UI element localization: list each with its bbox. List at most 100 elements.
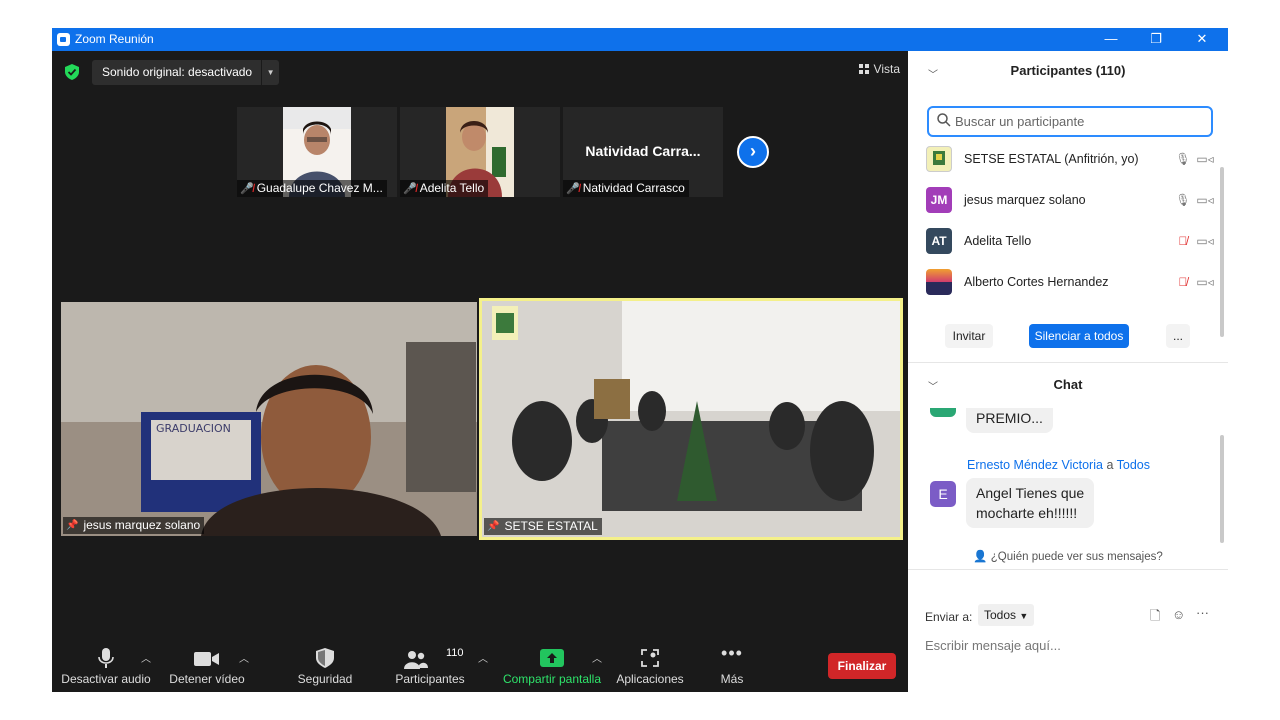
stop-video-button[interactable]: Detener vídeo xyxy=(166,642,248,692)
participants-scrollbar[interactable] xyxy=(1220,167,1224,337)
original-sound-label: Sonido original: desactivado xyxy=(102,65,253,79)
microphone-icon[interactable]: 🎙 xyxy=(1172,152,1194,166)
chevron-down-icon[interactable]: ▼ xyxy=(261,60,279,85)
recipient-dropdown[interactable]: Todos ▼ xyxy=(978,604,1035,626)
avatar: AT xyxy=(926,227,952,254)
participant-row[interactable]: SETSE ESTATAL (Anfitrión, yo) 🎙 ▭◃ xyxy=(926,138,1216,179)
video-camera-icon xyxy=(194,652,219,666)
chat-message-input[interactable]: Escribir mensaje aquí... xyxy=(925,638,1061,653)
chat-message-text: Angel Tienes que xyxy=(976,485,1085,501)
participant-name-tag: 🎤̸ Natividad Carrasco xyxy=(563,180,689,197)
thumbnail-tile[interactable]: 🎤̸ Adelita Tello xyxy=(400,107,560,197)
window-title: Zoom Reunión xyxy=(75,32,154,46)
chat-to-word: a xyxy=(1106,458,1114,472)
user-lock-icon: 👤 xyxy=(973,551,988,563)
chat-sender[interactable]: Ernesto Méndez Victoria xyxy=(967,458,1103,472)
send-to-label: Enviar a: xyxy=(925,610,973,624)
mute-all-button[interactable]: Silenciar a todos xyxy=(1029,324,1129,348)
stop-video-label: Detener vídeo xyxy=(169,672,245,686)
who-can-see-link[interactable]: 👤 ¿Quién puede ver sus mensajes? xyxy=(908,549,1228,563)
share-options-chevron-icon[interactable]: ︿ xyxy=(592,650,602,665)
mute-audio-button[interactable]: Desactivar audio xyxy=(60,642,152,692)
zoom-window: Zoom Reunión — ❐ ✕ Sonido original: desa… xyxy=(52,28,1228,692)
close-button[interactable]: ✕ xyxy=(1180,28,1224,51)
participant-search-input[interactable]: Buscar un participante xyxy=(927,106,1213,137)
security-label: Seguridad xyxy=(297,672,353,686)
more-label: Más xyxy=(720,672,744,686)
participant-row[interactable]: Alberto Cortes Hernandez 🎙̸ ▭◃ xyxy=(926,261,1216,302)
avatar: JM xyxy=(926,186,952,213)
chat-scrollbar[interactable] xyxy=(1220,435,1224,543)
participant-video xyxy=(482,301,900,537)
participants-icon xyxy=(404,651,428,669)
security-button[interactable]: Seguridad xyxy=(292,642,358,692)
apps-button[interactable]: Aplicaciones xyxy=(614,642,686,692)
minimize-button[interactable]: — xyxy=(1089,28,1133,51)
audio-options-chevron-icon[interactable]: ︿ xyxy=(141,650,151,665)
mic-muted-icon[interactable]: 🎙̸ xyxy=(1172,234,1194,248)
avatar xyxy=(926,268,952,295)
participant-video: GRADUACION xyxy=(61,302,477,536)
video-camera-icon[interactable]: ▭◃ xyxy=(1194,275,1216,289)
chat-title: Chat xyxy=(1053,377,1083,392)
title-bar: Zoom Reunión — ❐ ✕ xyxy=(52,28,1228,51)
who-can-see-text: ¿Quién puede ver sus mensajes? xyxy=(990,551,1163,563)
share-screen-button[interactable]: Compartir pantalla xyxy=(500,642,604,692)
chat-message: Angel Tienes que mocharte eh!!!!!! xyxy=(966,478,1095,528)
participant-name-tag: 🎤̸ Adelita Tello xyxy=(400,180,489,197)
more-options-icon[interactable]: ··· xyxy=(1196,605,1209,620)
mic-muted-icon: 🎤̸ xyxy=(566,182,580,195)
chevron-down-icon: ▼ xyxy=(1019,611,1029,621)
participant-name: jesus marquez solano xyxy=(964,192,1086,207)
participants-options-chevron-icon[interactable]: ︿ xyxy=(478,650,488,665)
restore-button[interactable]: ❐ xyxy=(1134,28,1178,51)
chat-message-text: mocharte eh!!!!!! xyxy=(976,505,1078,521)
video-camera-icon[interactable]: ▭◃ xyxy=(1194,193,1216,207)
view-button[interactable]: Vista xyxy=(858,62,900,76)
video-camera-icon[interactable]: ▭◃ xyxy=(1194,234,1216,248)
participants-button[interactable]: 110 Participantes xyxy=(392,642,468,692)
end-meeting-button[interactable]: Finalizar xyxy=(828,653,896,679)
participant-row[interactable]: JM jesus marquez solano 🎙 ▭◃ xyxy=(926,179,1216,220)
thumbnail-tile[interactable]: 🎤̸ Guadalupe Chavez M... xyxy=(237,107,397,197)
pin-icon: 📌 xyxy=(66,519,79,531)
recipient-value: Todos xyxy=(984,608,1017,622)
next-page-button[interactable]: › xyxy=(737,136,769,168)
more-button[interactable]: ••• Más xyxy=(708,642,756,692)
pin-icon: 📌 xyxy=(487,520,500,532)
mute-audio-label: Desactivar audio xyxy=(61,672,151,686)
participants-more-button[interactable]: ... xyxy=(1166,324,1190,348)
participant-name: Adelita Tello xyxy=(964,233,1032,248)
zoom-app-icon xyxy=(57,33,70,46)
emoji-icon[interactable]: ☺ xyxy=(1172,607,1185,622)
thumbnail-tile[interactable]: Natividad Carra... 🎤̸ Natividad Carrasco xyxy=(563,107,723,197)
chat-recipient[interactable]: Todos xyxy=(1117,458,1150,472)
video-tile[interactable]: GRADUACION 📌 jesus marquez solano xyxy=(61,302,477,536)
video-options-chevron-icon[interactable]: ︿ xyxy=(239,650,249,665)
panel-divider xyxy=(908,569,1228,570)
invite-button[interactable]: Invitar xyxy=(945,324,993,348)
apps-icon xyxy=(641,649,659,667)
side-panel: ﹀ Participantes (110) Buscar un particip… xyxy=(908,51,1228,692)
encryption-shield-icon[interactable] xyxy=(65,64,79,80)
participant-display-name: Natividad Carra... xyxy=(585,143,701,159)
participant-row[interactable]: AT Adelita Tello 🎙̸ ▭◃ xyxy=(926,220,1216,261)
participants-count-badge: 110 xyxy=(446,647,464,659)
graduation-sign: GRADUACION xyxy=(156,422,231,435)
participant-name-tag: 📌 jesus marquez solano xyxy=(63,517,205,534)
mic-muted-icon: 🎤̸ xyxy=(240,182,254,195)
avatar xyxy=(926,145,952,172)
participant-name: Adelita Tello xyxy=(419,181,485,195)
participant-name-tag: 🎤̸ Guadalupe Chavez M... xyxy=(237,180,387,197)
video-camera-icon[interactable]: ▭◃ xyxy=(1194,152,1216,166)
original-sound-button[interactable]: Sonido original: desactivado ▼ xyxy=(92,60,280,85)
microphone-icon[interactable]: 🎙 xyxy=(1172,193,1194,207)
participants-label: Participantes xyxy=(395,672,465,686)
participant-name: SETSE ESTATAL xyxy=(504,519,598,533)
apps-label: Aplicaciones xyxy=(616,672,684,686)
avatar: E xyxy=(930,481,956,507)
active-speaker-video-tile[interactable]: 📌 SETSE ESTATAL xyxy=(479,298,903,540)
file-icon[interactable]: 🗋 xyxy=(1150,607,1160,629)
participant-name: Alberto Cortes Hernandez xyxy=(964,274,1109,289)
mic-muted-icon[interactable]: 🎙̸ xyxy=(1172,275,1194,289)
